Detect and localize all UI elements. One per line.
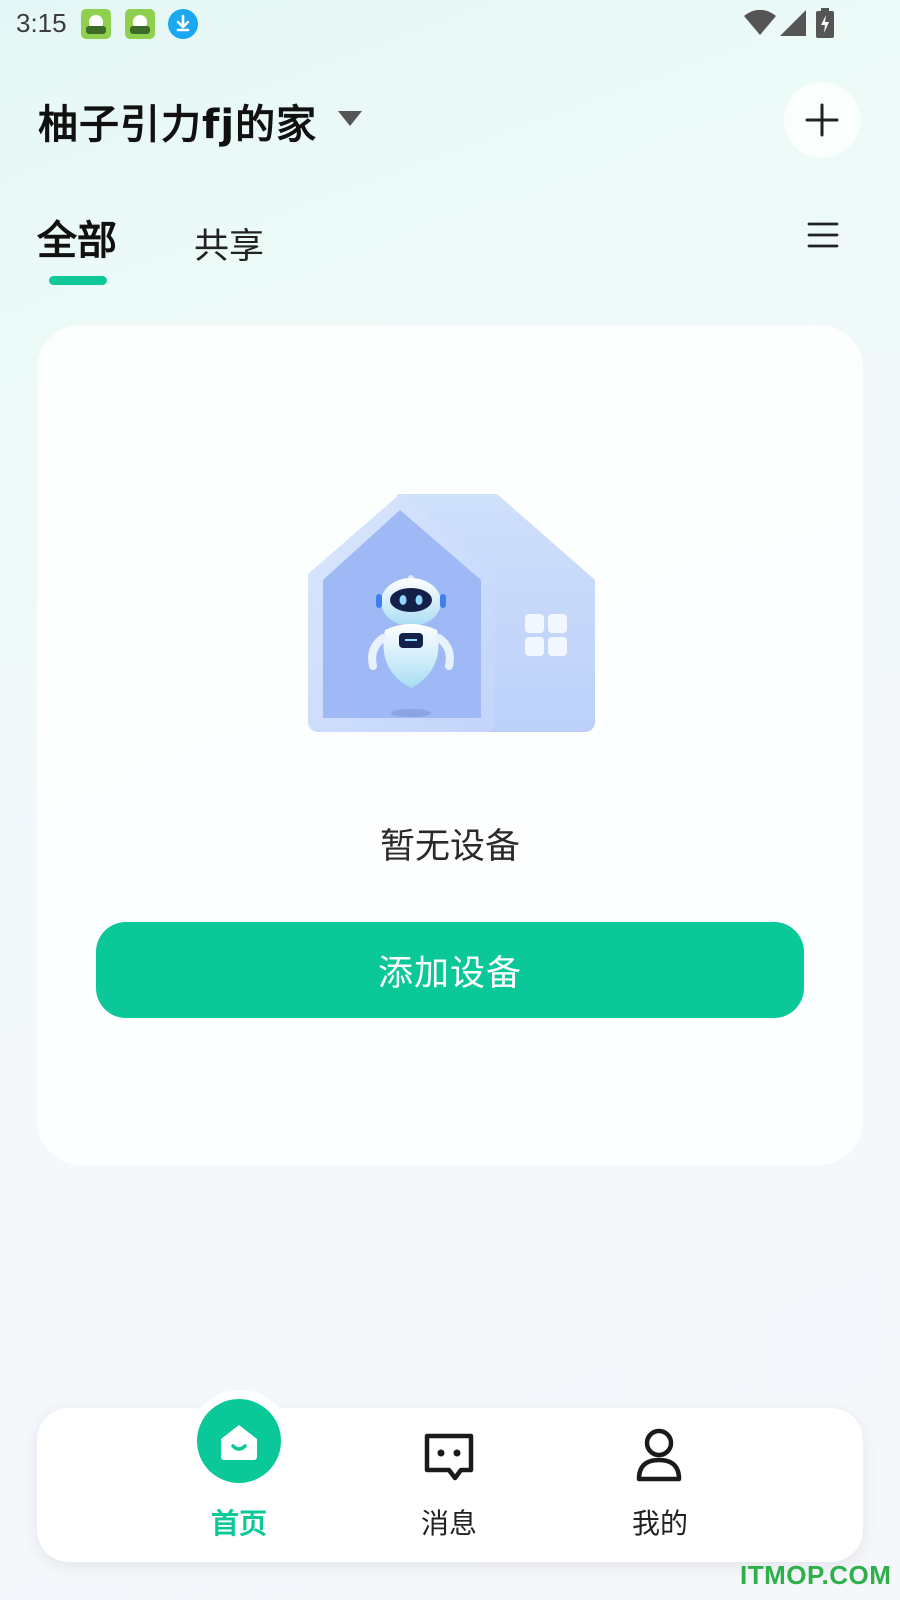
watermark: ITMOP.COM <box>740 1560 892 1590</box>
download-icon <box>168 9 198 39</box>
status-bar: 3:15 <box>0 0 900 48</box>
add-device-button[interactable]: 添加设备 <box>96 922 804 1018</box>
nav-label-home[interactable]: 首页 <box>179 1502 299 1542</box>
status-icons <box>730 8 870 40</box>
signal-icon <box>780 10 806 36</box>
tab-share[interactable]: 共享 <box>194 218 264 269</box>
home-selector-title[interactable]: 柚子引力fj的家 <box>38 92 317 150</box>
nav-me-button[interactable] <box>634 1426 684 1488</box>
plus-icon <box>805 103 839 137</box>
house-robot-illustration <box>305 490 600 745</box>
battery-charging-icon <box>816 8 834 38</box>
person-icon <box>636 1428 682 1482</box>
wifi-icon <box>744 10 776 35</box>
tab-all[interactable]: 全部 <box>37 208 117 266</box>
nav-label-message[interactable]: 消息 <box>389 1502 509 1542</box>
menu-icon <box>807 222 839 248</box>
nav-message-button[interactable] <box>421 1430 477 1486</box>
app-notification-icon <box>81 9 111 39</box>
empty-state-message: 暂无设备 <box>379 827 520 867</box>
home-icon <box>221 1425 257 1460</box>
status-time: 3:15 <box>16 8 67 38</box>
active-tab-indicator <box>49 276 107 285</box>
menu-button[interactable] <box>806 220 840 250</box>
add-button[interactable] <box>784 82 860 158</box>
chevron-down-icon[interactable] <box>338 111 362 126</box>
message-icon <box>424 1433 474 1481</box>
app-notification-icon <box>125 9 155 39</box>
nav-home-button[interactable] <box>197 1399 281 1483</box>
nav-label-me[interactable]: 我的 <box>600 1502 720 1542</box>
